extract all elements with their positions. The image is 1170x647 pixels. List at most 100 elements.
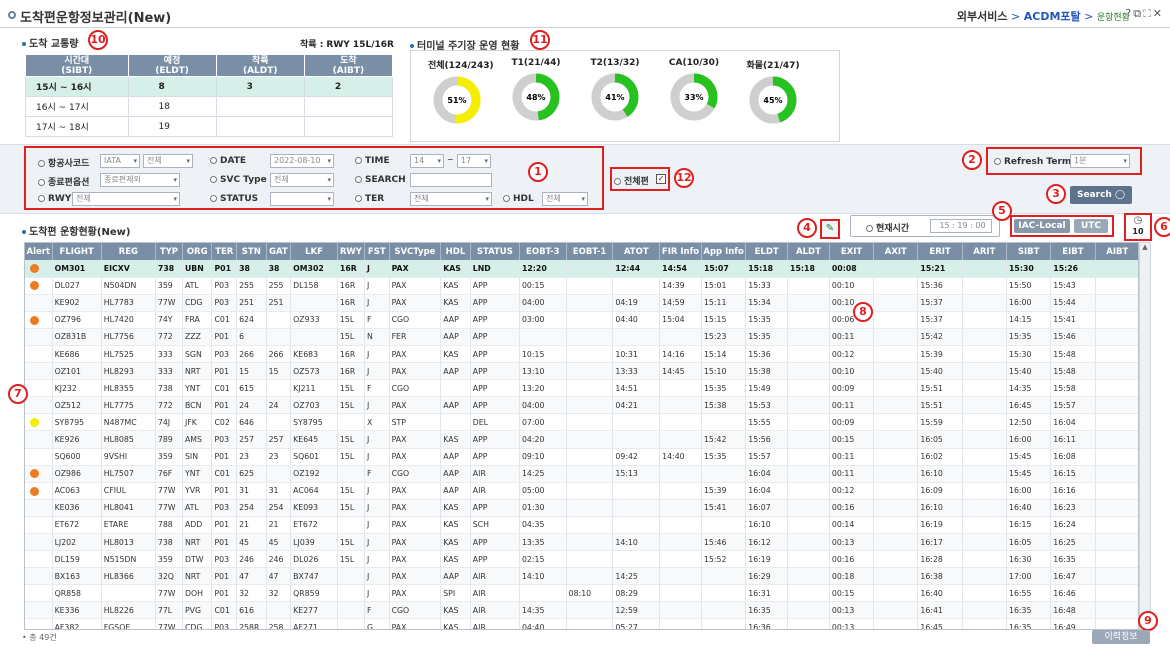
cell-stn: 251 [236, 294, 267, 312]
col-header-atot[interactable]: ATOT [612, 243, 661, 260]
table-row[interactable]: KE902 HL7783 77W CDG P03 251 251 16R J PAX KAS APP 0… [25, 294, 1138, 312]
hdl-select[interactable]: 전체 ▾ [542, 192, 588, 206]
local-time-button[interactable]: IAC-Local [1014, 219, 1070, 233]
col-header-fir-info[interactable]: FIR Info [659, 243, 702, 260]
table-row[interactable]: BX163 HL8366 32Q NRT P01 47 47 BX747 J PAX AAP AIR 1… [25, 567, 1138, 586]
cell-org: PVG [182, 601, 213, 620]
col-header-arit[interactable]: ARIT [962, 243, 1007, 260]
history-button[interactable]: 이력정보 [1092, 630, 1150, 644]
cell-status: APP [470, 345, 520, 364]
col-header-exit[interactable]: EXIT [829, 243, 875, 260]
table-row[interactable]: SY8795 N487MC 74J JFK C02 646 SY8795 X STP DEL 07:… [25, 413, 1138, 432]
col-header-reg[interactable]: REG [101, 243, 156, 260]
col-header-fst[interactable]: FST [364, 243, 390, 260]
cell-atot: 13:33 [612, 362, 661, 381]
airline-select[interactable]: 전체 ▾ [143, 154, 193, 168]
close-icon[interactable]: ✕ [1153, 7, 1164, 20]
cell-eldt: 16:12 [745, 533, 789, 552]
utc-button[interactable]: UTC [1074, 219, 1108, 233]
col-header-typ[interactable]: TYP [155, 243, 183, 260]
time-to-select[interactable]: 17 ▾ [457, 154, 491, 168]
cell-aldt [787, 584, 830, 603]
cell-eibt: 15:41 [1050, 311, 1096, 329]
table-row[interactable]: 16시 ~ 17시 18 [25, 96, 394, 117]
col-header-aibt[interactable]: AIBT [1095, 243, 1138, 260]
table-row[interactable]: OZ796 HL7420 74Y FRA C01 624 OZ933 15L F CGO AAP AP… [25, 311, 1138, 329]
refresh-select[interactable]: 1분 ▾ [1070, 154, 1130, 168]
col-header-sibt[interactable]: SIBT [1006, 243, 1052, 260]
col-header-rwy[interactable]: RWY [337, 243, 365, 260]
col-header-status[interactable]: STATUS [470, 243, 520, 260]
table-row[interactable]: 15시 ~ 16시 8 3 2 [25, 76, 394, 97]
col-header-stn[interactable]: STN [236, 243, 267, 260]
table-row[interactable]: OZ831B HL7756 772 ZZZ P01 6 15L N FER AAP APP 15:23… [25, 328, 1138, 346]
settings-icon[interactable]: ✎ [820, 219, 840, 239]
table-row[interactable]: LJ202 HL8013 738 NRT P01 45 45 LJ039 15L J PAX KAS A… [25, 533, 1138, 552]
parking-gauge-label: 화물(21/47) [746, 61, 800, 71]
col-header-eibt[interactable]: EIBT [1050, 243, 1096, 260]
col-header-eldt[interactable]: ELDT [745, 243, 789, 260]
col-header-org[interactable]: ORG [182, 243, 213, 260]
all-flights-checkbox[interactable]: ✓ [656, 174, 666, 184]
table-row[interactable]: OM301 EICXV 738 UBN P01 38 38 OM302 16R J PAX KAS LN… [25, 260, 1138, 278]
col-header-app-info[interactable]: App Info [701, 243, 747, 260]
table-row[interactable]: KE036 HL8041 77W ATL P03 254 254 KE093 15L J PAX KA… [25, 499, 1138, 517]
airline-type-select[interactable]: IATA ▾ [100, 154, 140, 168]
table-row[interactable]: OZ101 HL8293 333 NRT P01 15 15 OZ573 16R J PAX AAP A… [25, 362, 1138, 381]
cell-atot [612, 550, 661, 569]
ter-select[interactable]: 전체 ▾ [410, 192, 492, 206]
col-header-alert[interactable]: Alert [25, 243, 53, 260]
popout-icon[interactable]: ⧉ [1133, 7, 1143, 20]
rwy-select[interactable]: 전체 ▾ [72, 192, 180, 206]
auto-refresh-counter[interactable]: ◷ 10 [1124, 213, 1152, 241]
search-button[interactable]: Search ◯ [1070, 186, 1132, 204]
col-header-erit[interactable]: ERIT [917, 243, 963, 260]
col-header-axit[interactable]: AXIT [873, 243, 919, 260]
col-header-aldt[interactable]: ALDT [787, 243, 830, 260]
cell-rwy: 15L [337, 550, 365, 569]
table-row[interactable]: AC063 CFIUL 77W YVR P01 31 31 AC064 15L J PAX AAP AI… [25, 482, 1138, 500]
table-row[interactable]: KE336 HL8226 77L PVG C01 616 KE277 F CGO KAS AIR 14… [25, 601, 1138, 620]
breadcrumb-item-acdm[interactable]: ACDM포탈 [1024, 10, 1081, 23]
table-row[interactable]: KE686 HL7525 333 SGN P03 266 266 KE683 16R J PAX KA… [25, 345, 1138, 364]
col-header-eobt-1[interactable]: EOBT-1 [566, 243, 614, 260]
cell-ter: C01 [211, 465, 238, 483]
table-row[interactable]: DL159 N515DN 359 DTW P03 246 246 DL026 15L J PAX KA… [25, 550, 1138, 569]
table-row[interactable]: QR858 77W DOH P01 32 32 QR859 J PAX SPI AIR 08:10 08… [25, 584, 1138, 603]
cell-reg: HL8013 [101, 533, 156, 552]
breadcrumb-item-external[interactable]: 외부서비스 [957, 10, 1008, 23]
cell-aibt [1095, 448, 1138, 466]
table-row[interactable]: KE926 HL8085 789 AMS P03 257 257 KE645 15L J PAX KA… [25, 430, 1138, 449]
time-from-select[interactable]: 14 ▾ [410, 154, 444, 168]
grid-scrollbar[interactable]: ▲ [1139, 242, 1151, 630]
svc-type-select[interactable]: 전체 ▾ [270, 173, 334, 187]
cell-hdl: KAS [440, 260, 471, 278]
table-row[interactable]: AF382 FGSQE 77W CDG P03 258R 258 AF271 G PAX KAS AI… [25, 618, 1138, 629]
cell-ter: P03 [211, 430, 238, 449]
cell-stn: 646 [236, 413, 267, 432]
col-header-eobt-3[interactable]: EOBT-3 [519, 243, 567, 260]
col-header-lkf[interactable]: LKF [290, 243, 338, 260]
table-row[interactable]: KJ232 HL8355 738 YNT C01 615 KJ211 15L F CGO APP 13… [25, 379, 1138, 398]
cell-fst: J [364, 584, 390, 603]
cell-org: ATL [182, 499, 213, 517]
status-select[interactable]: ▾ [270, 192, 334, 206]
col-header-flight[interactable]: FLIGHT [52, 243, 102, 260]
cell-org: DOH [182, 584, 213, 603]
table-row[interactable]: OZ986 HL7507 76F YNT C01 625 OZ192 F CGO AAP AIR 14… [25, 465, 1138, 483]
date-input[interactable]: 2022-08-10 ▾ [270, 154, 334, 168]
table-row[interactable]: DL027 N504DN 359 ATL P03 255 255 DL158 16R J PAX KA… [25, 277, 1138, 295]
cell-org: ATL [182, 277, 213, 295]
col-header-ter[interactable]: TER [211, 243, 238, 260]
table-row[interactable]: 17시 ~ 18시 19 [25, 116, 394, 137]
search-input[interactable] [410, 173, 492, 187]
table-row[interactable]: ET672 ETARE 788 ADD P01 21 21 ET672 J PAX KAS SCH 04… [25, 516, 1138, 535]
table-row[interactable]: OZ512 HL7775 772 BCN P01 24 24 OZ703 15L J PAX AAP A… [25, 396, 1138, 415]
table-row[interactable]: SQ600 9VSHI 359 SIN P01 23 23 SQ601 15L J PAX AAP AP… [25, 448, 1138, 466]
fullscreen-icon[interactable]: ⛶ [1143, 7, 1153, 20]
cell-ter: P01 [211, 328, 238, 346]
route-option-select[interactable]: 종료편제외 ▾ [100, 173, 180, 187]
col-header-hdl[interactable]: HDL [440, 243, 471, 260]
col-header-gat[interactable]: GAT [266, 243, 292, 260]
col-header-svctype[interactable]: SVCType [389, 243, 442, 260]
